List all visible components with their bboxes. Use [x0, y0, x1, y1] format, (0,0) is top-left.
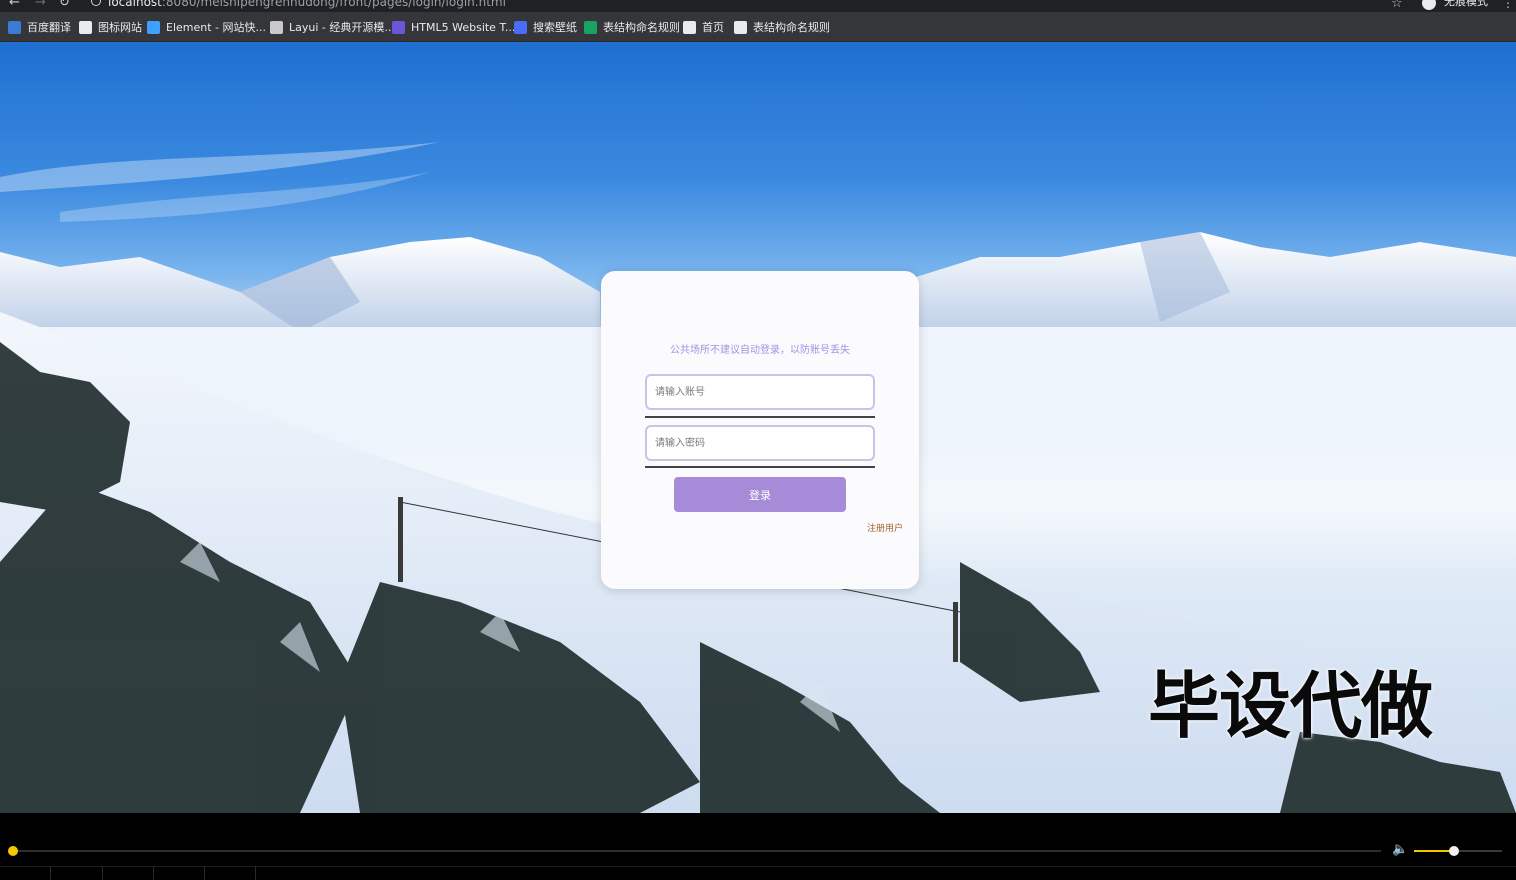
incognito-icon [1422, 0, 1436, 10]
incognito-label: 无痕模式 [1444, 0, 1488, 8]
bookmark-item[interactable]: 搜索壁纸 [514, 19, 577, 35]
bookmark-star-icon[interactable]: ☆ [1391, 0, 1403, 11]
bookmark-item[interactable]: 百度翻译 [8, 19, 71, 35]
volume-handle[interactable] [1448, 846, 1459, 856]
login-page: 公共场所不建议自动登录，以防账号丢失 登录 注册用户 毕设代做 [0, 42, 1516, 813]
bookmark-label: 搜索壁纸 [533, 21, 577, 34]
volume-level-fill [1414, 850, 1454, 852]
bookmark-label: 百度翻译 [27, 21, 71, 34]
bookmark-favicon-icon [734, 20, 747, 34]
password-underline [645, 466, 875, 468]
control-separator [153, 867, 154, 880]
reload-icon[interactable]: ↻ [59, 0, 70, 10]
bookmark-favicon-icon [270, 20, 283, 34]
bookmark-item[interactable]: HTML5 Website T... [392, 19, 515, 35]
account-input[interactable] [645, 374, 875, 410]
login-tip-text: 公共场所不建议自动登录，以防账号丢失 [670, 345, 850, 356]
login-form: 公共场所不建议自动登录，以防账号丢失 登录 注册用户 [601, 271, 919, 589]
bookmark-favicon-icon [392, 20, 405, 34]
control-separator [102, 867, 103, 880]
bookmark-label: HTML5 Website T... [411, 20, 516, 34]
bookmark-favicon-icon [514, 20, 527, 34]
bookmark-label: Element - 网站快... [166, 21, 266, 34]
back-icon[interactable]: ← [9, 0, 20, 10]
seek-handle[interactable] [8, 846, 18, 856]
register-link[interactable]: 注册用户 [867, 521, 903, 534]
bookmark-label: Layui - 经典开源模... [289, 21, 395, 34]
volume-icon[interactable]: 🔈 [1392, 842, 1408, 857]
url-host: localhost [108, 0, 162, 9]
bookmark-item[interactable]: Element - 网站快... [147, 19, 266, 35]
forward-icon[interactable]: → [35, 0, 46, 10]
bookmark-label: 首页 [702, 21, 724, 34]
url-path: :8080/meishipengrenhudong/front/pages/lo… [161, 0, 506, 9]
bookmark-item[interactable]: 首页 [683, 19, 724, 35]
bookmark-item[interactable]: Layui - 经典开源模... [270, 19, 395, 35]
bookmark-favicon-icon [147, 20, 160, 34]
control-separator [204, 867, 205, 880]
address-bar[interactable]: localhost:8080/meishipengrenhudong/front… [92, 0, 506, 9]
bookmark-favicon-icon [79, 20, 92, 34]
seek-bar[interactable] [13, 850, 1381, 852]
bookmark-label: 表结构命名规则 [753, 21, 830, 34]
bookmark-favicon-icon [584, 20, 597, 34]
bookmark-item[interactable]: 表结构命名规则 [584, 19, 680, 35]
video-player-controls: 🔈 [0, 813, 1516, 880]
bookmark-favicon-icon [8, 20, 21, 34]
control-separator [255, 867, 256, 880]
watermark-text: 毕设代做 [1148, 664, 1433, 748]
account-underline [645, 416, 875, 418]
login-button[interactable]: 登录 [674, 477, 846, 512]
bookmark-label: 表结构命名规则 [603, 21, 680, 34]
password-input[interactable] [645, 425, 875, 461]
player-button-strip [0, 866, 1516, 880]
bookmark-label: 图标网站 [98, 21, 142, 34]
bookmark-favicon-icon [683, 20, 696, 34]
browser-title-bar: ← → ↻ localhost:8080/meishipengrenhudong… [0, 0, 1516, 12]
bookmarks-bar: 百度翻译 图标网站 Element - 网站快... Layui - 经典开源模...… [0, 12, 1516, 42]
bookmark-item[interactable]: 表结构命名规则 [734, 19, 830, 35]
control-separator [50, 867, 51, 880]
browser-menu-icon[interactable]: ⋮ [1502, 0, 1514, 10]
bookmark-item[interactable]: 图标网站 [79, 19, 142, 35]
